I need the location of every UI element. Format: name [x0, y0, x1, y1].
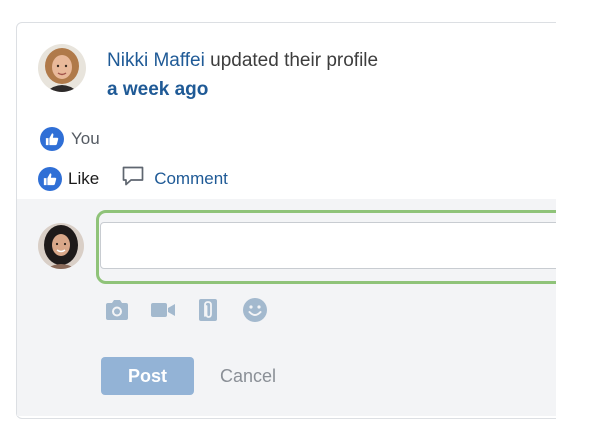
- action-bar: Like Comment: [38, 165, 228, 192]
- comment-button[interactable]: Comment: [121, 165, 228, 192]
- likers-text: You: [71, 129, 100, 148]
- comment-input-box[interactable]: [100, 222, 570, 269]
- activity-headline: Nikki Maffei updated their profile: [107, 50, 378, 72]
- cancel-button[interactable]: Cancel: [208, 357, 288, 395]
- media-toolbar: [104, 297, 268, 323]
- likes-summary[interactable]: You: [40, 127, 100, 151]
- thumbs-up-icon: [38, 166, 62, 191]
- timestamp-link[interactable]: a week ago: [107, 79, 208, 101]
- video-icon[interactable]: [150, 301, 176, 319]
- attachment-icon[interactable]: [196, 298, 222, 322]
- current-user-avatar: [38, 223, 84, 269]
- emoji-icon[interactable]: [242, 297, 268, 323]
- like-label: Like: [68, 168, 100, 188]
- author-avatar[interactable]: [38, 44, 86, 92]
- comment-input[interactable]: [101, 223, 569, 268]
- page-edge: [556, 0, 591, 430]
- post-button[interactable]: Post: [101, 357, 194, 395]
- activity-text: updated their profile: [210, 50, 379, 71]
- author-name-link[interactable]: Nikki Maffei: [107, 50, 205, 71]
- thumbs-up-icon: [40, 127, 64, 151]
- like-button[interactable]: Like: [38, 166, 100, 191]
- comment-label: Comment: [154, 168, 228, 188]
- camera-icon[interactable]: [104, 299, 130, 321]
- comment-icon: [121, 165, 145, 192]
